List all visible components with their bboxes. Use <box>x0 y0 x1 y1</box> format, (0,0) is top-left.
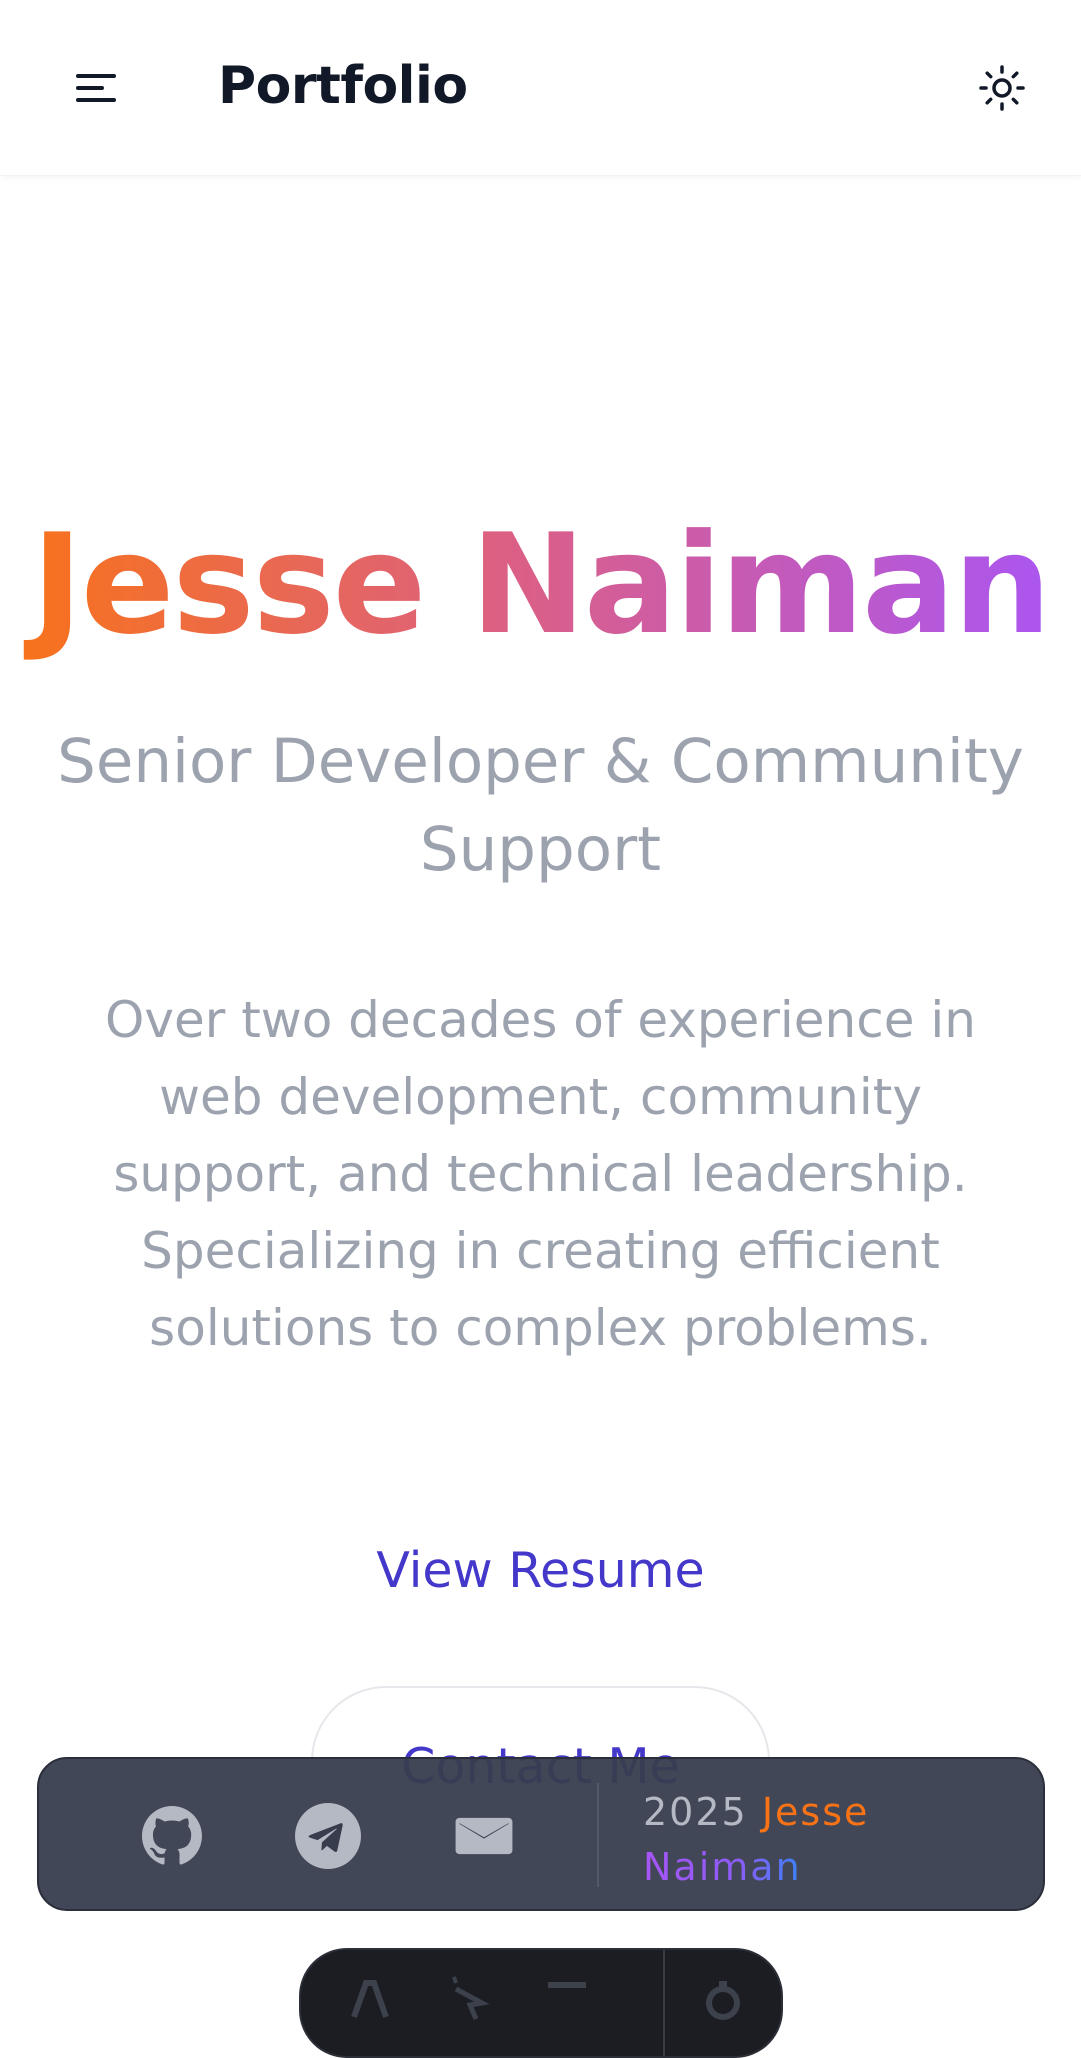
minimize-button[interactable] <box>539 1970 595 2026</box>
cursor-button[interactable] <box>439 1970 495 2026</box>
footer-divider <box>597 1783 599 1887</box>
github-icon <box>142 1806 202 1865</box>
hero-subtitle: Senior Developer & Community Support <box>57 726 1024 885</box>
menu-icon <box>76 74 116 102</box>
telegram-icon <box>295 1803 361 1869</box>
text-size-icon <box>351 1980 389 2018</box>
copyright-text: 2025 Jesse Naiman <box>643 1785 943 1895</box>
settings-button[interactable] <box>695 1970 751 2026</box>
telegram-link[interactable] <box>293 1801 363 1871</box>
cursor-click-icon <box>452 1976 490 2020</box>
copyright-name-last: Naiman <box>643 1845 802 1889</box>
view-resume-button[interactable]: View Resume <box>300 1530 781 1610</box>
copyright-name-first: Jesse <box>761 1790 870 1834</box>
floating-footer-bar: 2025 Jesse Naiman <box>37 1757 1045 1911</box>
accessibility-toolbar <box>299 1948 783 2058</box>
hero-bio: Over two decades of experience in web de… <box>105 991 976 1357</box>
sun-icon <box>979 65 1025 111</box>
toolbar-divider <box>663 1950 665 2056</box>
top-navigation-bar: Portfolio <box>0 0 1081 176</box>
gear-icon <box>706 1981 740 2020</box>
theme-toggle-button[interactable] <box>976 62 1028 114</box>
text-size-button[interactable] <box>341 1970 397 2026</box>
menu-button[interactable] <box>70 62 122 114</box>
mail-icon <box>455 1817 513 1855</box>
github-link[interactable] <box>137 1801 207 1871</box>
email-link[interactable] <box>449 1801 519 1871</box>
copyright-year: 2025 <box>643 1790 748 1834</box>
site-title[interactable]: Portfolio <box>218 54 468 118</box>
hero-name: Jesse Naiman <box>0 500 1081 670</box>
minus-icon <box>548 1982 586 1988</box>
